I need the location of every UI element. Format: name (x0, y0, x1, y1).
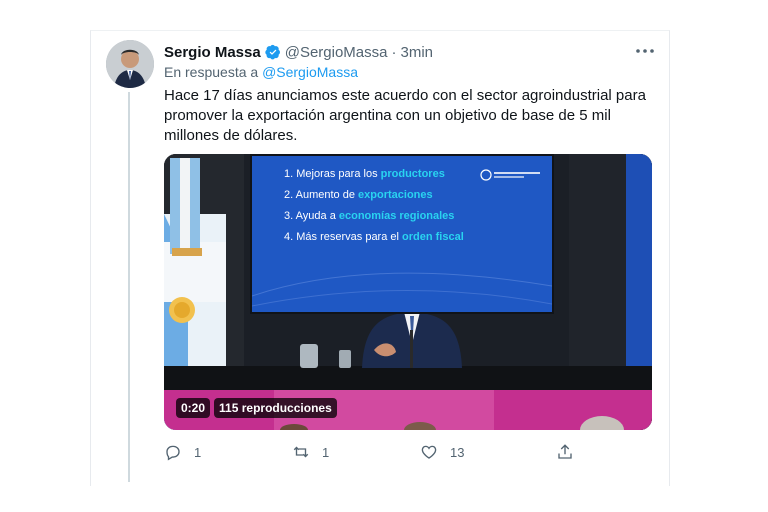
avatar[interactable] (106, 40, 154, 88)
video-player[interactable]: 1. Mejoras para los productores 2. Aumen… (164, 154, 652, 430)
author-name[interactable]: Sergio Massa (164, 44, 261, 61)
retweet-icon (293, 446, 309, 458)
thread-line (128, 92, 130, 482)
tweet-header: Sergio Massa @SergioMassa · 3min (164, 42, 433, 62)
tweet-text: Hace 17 días anunciamos este acuerdo con… (164, 87, 646, 144)
retweet-button[interactable]: 1 (292, 442, 329, 462)
author-handle[interactable]: @SergioMassa (285, 44, 388, 61)
reply-count: 1 (194, 444, 202, 460)
more-icon (636, 49, 654, 53)
separator-dot: · (391, 43, 397, 61)
share-icon (558, 444, 572, 459)
like-count: 13 (450, 444, 465, 460)
reply-context: En respuesta a @SergioMassa (164, 64, 358, 80)
like-icon (421, 445, 437, 459)
video-views: 115 reproducciones (214, 398, 337, 418)
slide-item: 2. Aumento de exportaciones (284, 189, 433, 201)
reply-prefix: En respuesta a (164, 64, 259, 80)
reply-mention-link[interactable]: @SergioMassa (262, 64, 358, 80)
ministry-logo-icon (480, 169, 540, 181)
presentation-screen: 1. Mejoras para los productores 2. Aumen… (250, 154, 554, 314)
tweet-actions: 1 1 13 (164, 442, 584, 462)
timestamp[interactable]: 3min (401, 44, 434, 61)
like-button[interactable]: 13 (420, 442, 464, 462)
reply-button[interactable]: 1 (164, 442, 201, 462)
reply-icon (166, 445, 180, 461)
video-duration: 0:20 (176, 398, 211, 418)
slide-item: 4. Más reservas para el orden fiscal (284, 231, 464, 243)
slide-decoration (252, 272, 552, 307)
slide-item: 3. Ayuda a economías regionales (284, 210, 455, 222)
share-button[interactable] (556, 442, 574, 462)
retweet-count: 1 (322, 444, 330, 460)
verified-icon (265, 44, 280, 60)
more-button[interactable] (634, 42, 656, 60)
video-badges: 0:20 115 reproducciones (176, 398, 337, 418)
slide-item: 1. Mejoras para los productores (284, 168, 445, 180)
